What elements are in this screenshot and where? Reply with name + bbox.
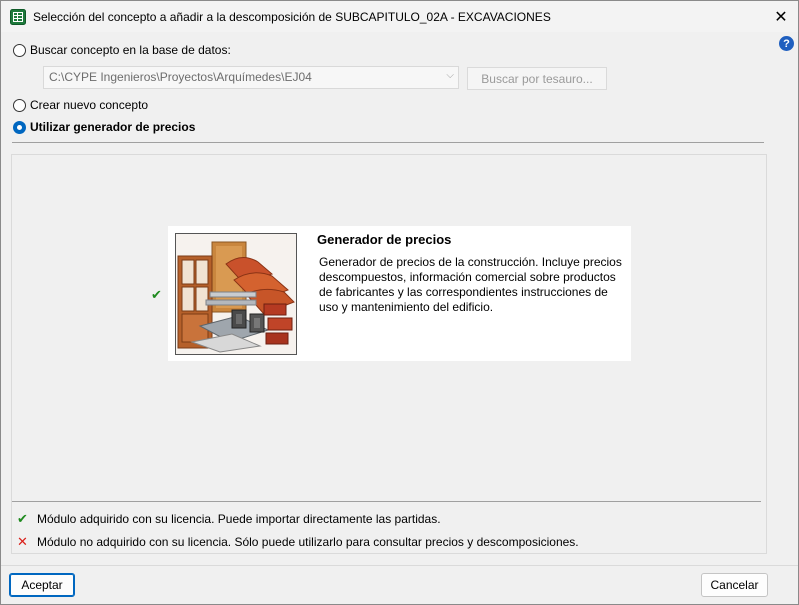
radio-button-selected[interactable] (13, 120, 26, 134)
radio-price-generator-label: Utilizar generador de precios (30, 120, 196, 134)
construction-materials-image (175, 233, 297, 355)
legend-not-acquired-text: Módulo no adquirido con su licencia. Sól… (37, 535, 579, 549)
close-icon: ✕ (774, 8, 788, 26)
radio-search-database[interactable]: Buscar concepto en la base de datos: (13, 43, 231, 57)
radio-new-concept-label: Crear nuevo concepto (30, 98, 149, 112)
radio-new-concept[interactable]: Crear nuevo concepto (13, 98, 148, 112)
checkmark-icon: ✔ (151, 287, 162, 302)
generator-title: Generador de precios (317, 232, 452, 247)
close-button[interactable]: ✕ (764, 1, 798, 32)
separator (12, 142, 764, 143)
accept-button[interactable]: Aceptar (9, 573, 75, 597)
legend-separator (12, 501, 761, 502)
dialog-window: Selección del concepto a añadir a la des… (0, 0, 799, 605)
generator-description: Generador de precios de la construcción.… (319, 255, 622, 314)
chevron-down-icon: ⌵ (446, 70, 454, 81)
title-bar: Selección del concepto a añadir a la des… (1, 1, 798, 32)
cross-icon: ✕ (17, 534, 28, 549)
database-path-value: C:\CYPE Ingenieros\Proyectos\Arquímedes\… (49, 70, 312, 84)
price-generator-card[interactable]: Generador de precios Generador de precio… (168, 226, 631, 361)
legend-acquired-text: Módulo adquirido con su licencia. Puede … (37, 512, 441, 526)
window-title: Selección del concepto a añadir a la des… (33, 10, 551, 24)
radio-button[interactable] (13, 98, 26, 112)
help-icon[interactable]: ? (779, 36, 794, 51)
checkmark-icon: ✔ (17, 511, 28, 526)
search-thesaurus-button[interactable]: Buscar por tesauro... (467, 67, 607, 90)
footer-divider (1, 565, 798, 566)
radio-search-database-label: Buscar concepto en la base de datos: (30, 43, 231, 57)
database-path-select[interactable]: C:\CYPE Ingenieros\Proyectos\Arquímedes\… (43, 66, 459, 89)
app-icon (10, 9, 26, 25)
cancel-button[interactable]: Cancelar (701, 573, 768, 597)
radio-button[interactable] (13, 43, 26, 57)
radio-price-generator[interactable]: Utilizar generador de precios (13, 120, 195, 134)
